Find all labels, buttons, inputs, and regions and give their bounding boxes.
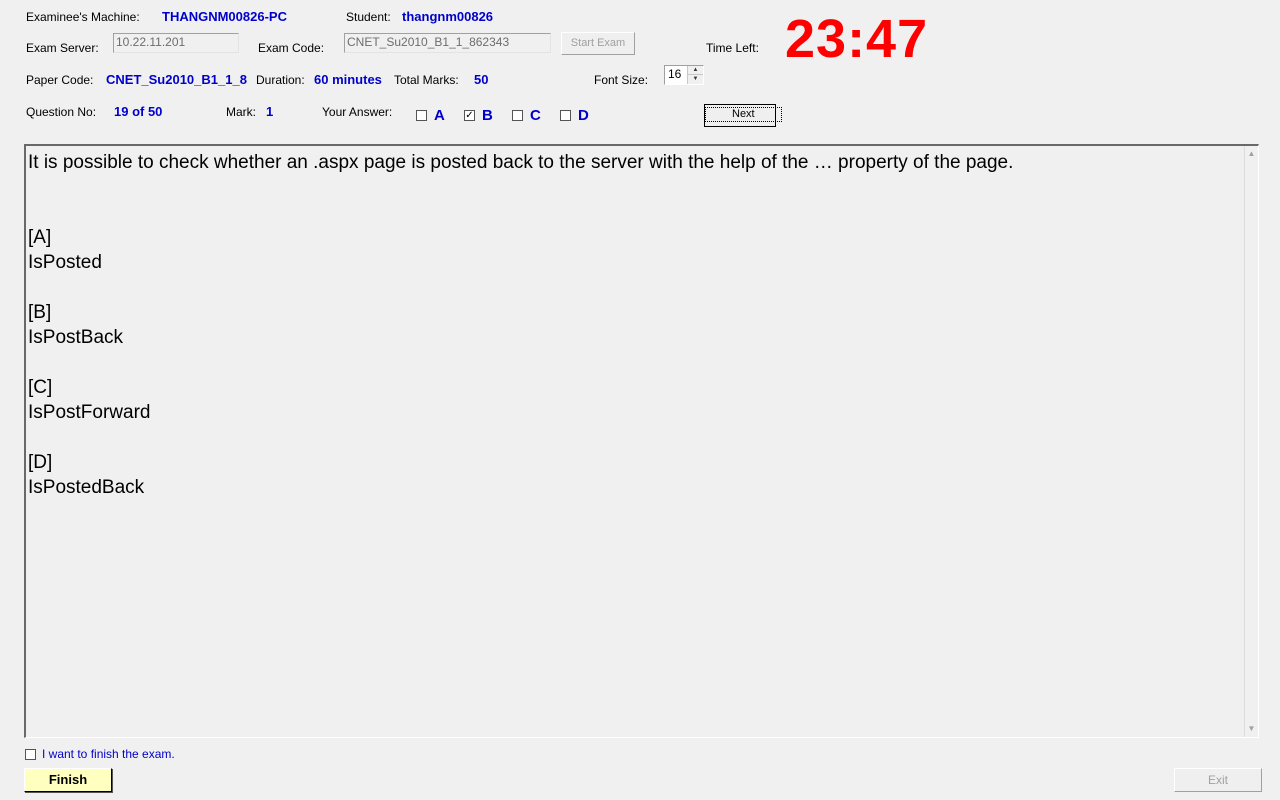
duration-value: 60 minutes — [314, 72, 382, 87]
answer-c-letter: C — [530, 107, 541, 124]
answer-a-letter: A — [434, 107, 445, 124]
question-panel[interactable]: It is possible to check whether an .aspx… — [24, 144, 1259, 738]
machine-value: THANGNM00826-PC — [162, 9, 287, 24]
font-size-stepper[interactable]: 16 ▲ ▼ — [664, 65, 704, 85]
time-left-label: Time Left: — [706, 41, 759, 55]
question-text: It is possible to check whether an .aspx… — [28, 152, 1014, 498]
next-button-label: Next — [705, 107, 782, 122]
spin-up-icon[interactable]: ▲ — [688, 66, 703, 75]
exit-button[interactable]: Exit — [1174, 768, 1262, 792]
scroll-up-icon[interactable]: ▲ — [1245, 148, 1258, 160]
finish-exam-checkbox[interactable] — [25, 749, 36, 760]
question-scrollbar[interactable]: ▲ ▼ — [1244, 146, 1258, 737]
start-exam-button[interactable]: Start Exam — [561, 32, 635, 55]
machine-label: Examinee's Machine: — [26, 10, 140, 24]
duration-label: Duration: — [256, 73, 305, 87]
font-size-value: 16 — [668, 67, 682, 81]
next-button[interactable]: Next — [704, 104, 782, 127]
student-label: Student: — [346, 10, 391, 24]
answer-a-checkbox[interactable] — [416, 110, 427, 121]
paper-code-label: Paper Code: — [26, 73, 94, 87]
mark-value: 1 — [266, 104, 274, 119]
answer-d-letter: D — [578, 107, 589, 124]
time-left-value: 23:47 — [785, 9, 929, 69]
exam-server-field: 10.22.11.201 — [113, 33, 239, 53]
question-no-label: Question No: — [26, 105, 97, 119]
font-size-arrows[interactable]: ▲ ▼ — [687, 66, 703, 84]
finish-exam-checkbox-label[interactable]: I want to finish the exam. — [42, 747, 175, 761]
total-marks-value: 50 — [474, 72, 489, 87]
student-value: thangnm00826 — [402, 9, 494, 24]
exam-code-field: CNET_Su2010_B1_1_862343 — [344, 33, 551, 53]
your-answer-label: Your Answer: — [322, 105, 393, 119]
answer-b-checkbox[interactable]: ✓ — [464, 110, 475, 121]
answer-d-checkbox[interactable] — [560, 110, 571, 121]
answer-b-letter: B — [482, 107, 493, 124]
mark-label: Mark: — [226, 105, 256, 119]
answer-c-checkbox[interactable] — [512, 110, 523, 121]
total-marks-label: Total Marks: — [394, 73, 459, 87]
finish-button[interactable]: Finish — [24, 768, 112, 792]
font-size-label: Font Size: — [594, 73, 649, 87]
scroll-down-icon[interactable]: ▼ — [1245, 723, 1258, 735]
exam-server-label: Exam Server: — [26, 41, 99, 55]
spin-down-icon[interactable]: ▼ — [688, 75, 703, 83]
paper-code-value: CNET_Su2010_B1_1_8 — [106, 72, 247, 87]
question-no-value: 19 of 50 — [114, 104, 163, 119]
exam-code-label: Exam Code: — [258, 41, 325, 55]
